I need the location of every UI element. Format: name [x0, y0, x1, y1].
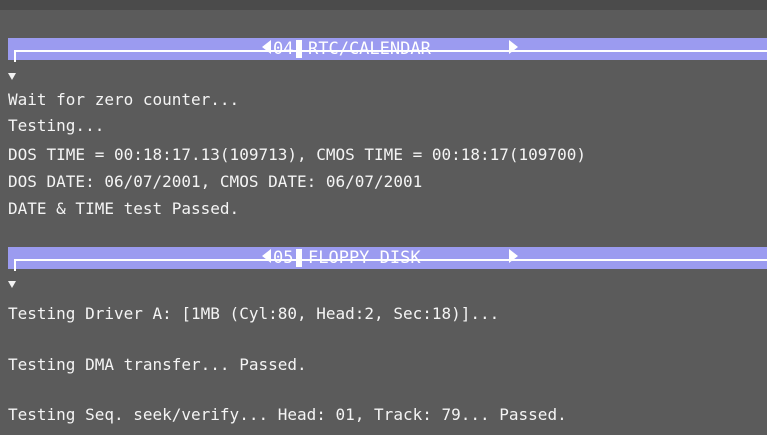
- section-number: 05: [273, 248, 294, 268]
- down-triangle-icon: [8, 73, 16, 80]
- log-line: Testing Driver A: [1MB (Cyl:80, Head:2, …: [8, 304, 500, 323]
- section-title: RTC/CALENDAR: [308, 39, 431, 59]
- section-block-icon: [296, 249, 302, 267]
- log-line: DATE & TIME test Passed.: [8, 199, 240, 218]
- right-arrow-icon: [509, 40, 518, 54]
- left-arrow-icon: [262, 249, 271, 263]
- log-line: DOS DATE: 06/07/2001, CMOS DATE: 06/07/2…: [8, 172, 423, 191]
- log-line: Wait for zero counter...: [8, 90, 240, 109]
- log-line: Testing Seq. seek/verify... Head: 01, Tr…: [8, 405, 567, 424]
- section-rule-hook: [14, 50, 16, 62]
- section-title: FLOPPY DISK: [308, 248, 421, 268]
- section-block-icon: [296, 40, 302, 58]
- log-line: Testing DMA transfer... Passed.: [8, 355, 307, 374]
- section-header-floppy-disk: 05 FLOPPY DISK: [8, 247, 767, 271]
- left-arrow-icon: [262, 40, 271, 54]
- diagnostic-screen: 04 RTC/CALENDAR Wait for zero counter...…: [0, 0, 767, 435]
- log-line: DOS TIME = 00:18:17.13(109713), CMOS TIM…: [8, 145, 586, 164]
- section-header-rtc-calendar: 04 RTC/CALENDAR: [8, 38, 767, 62]
- section-number: 04: [273, 39, 294, 59]
- top-strip: [0, 0, 767, 10]
- down-triangle-icon: [8, 281, 16, 288]
- right-arrow-icon: [509, 249, 518, 263]
- log-line: Testing...: [8, 116, 105, 135]
- section-rule-hook: [14, 259, 16, 271]
